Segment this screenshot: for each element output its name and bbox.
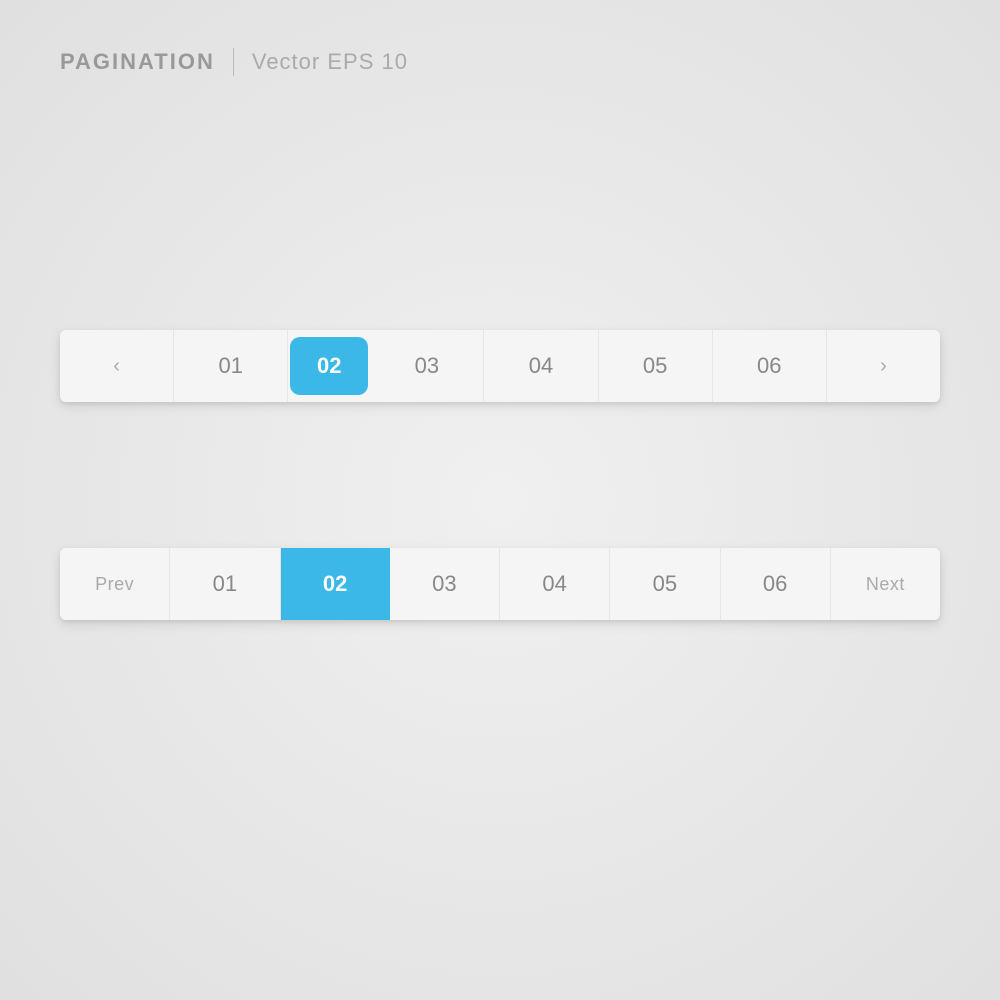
bar2-page-05[interactable]: 05 <box>610 548 720 620</box>
bar1-page-06[interactable]: 06 <box>713 330 827 402</box>
bar2-page-02[interactable]: 02 <box>281 548 390 620</box>
header-title: PAGINATION <box>60 49 215 75</box>
header-subtitle: Vector EPS 10 <box>252 49 408 75</box>
bar1-page-05[interactable]: 05 <box>599 330 713 402</box>
bar2-page-01[interactable]: 01 <box>170 548 280 620</box>
bar1-page-03[interactable]: 03 <box>370 330 484 402</box>
header-divider <box>233 48 234 76</box>
next-icon: › <box>880 355 887 378</box>
bar2-page-06[interactable]: 06 <box>721 548 831 620</box>
bar1-prev[interactable]: ‹ <box>60 330 174 402</box>
bar1-page-02[interactable]: 02 <box>290 337 368 395</box>
prev-icon: ‹ <box>113 355 120 378</box>
bar2-next[interactable]: Next <box>831 548 940 620</box>
bar1-page-01[interactable]: 01 <box>174 330 288 402</box>
bar2-page-04[interactable]: 04 <box>500 548 610 620</box>
bar2-page-03[interactable]: 03 <box>390 548 500 620</box>
bar2-prev[interactable]: Prev <box>60 548 170 620</box>
bar1-next[interactable]: › <box>827 330 940 402</box>
header: PAGINATION Vector EPS 10 <box>60 48 408 76</box>
bar1-page-04[interactable]: 04 <box>484 330 598 402</box>
pagination-bar-2: Prev010203040506Next <box>60 548 940 620</box>
pagination-bar-1: ‹ 010203040506 › <box>60 330 940 402</box>
